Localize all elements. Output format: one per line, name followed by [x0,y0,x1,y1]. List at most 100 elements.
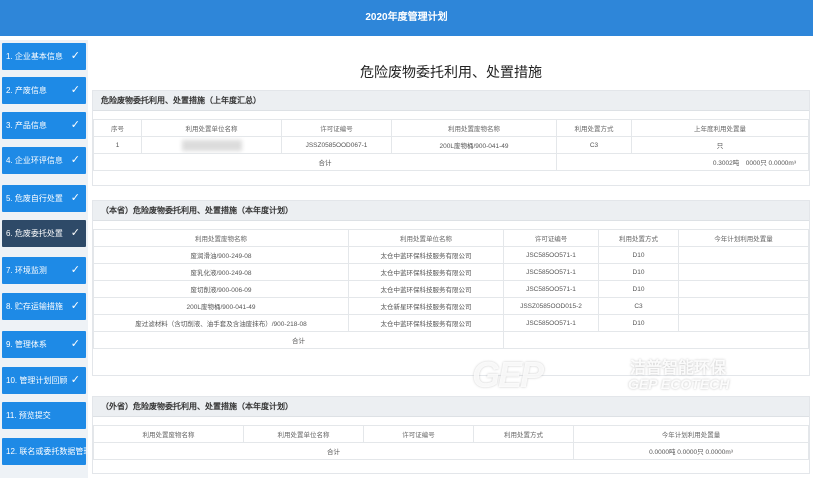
unit-name: 太仓中蓝环保科技服务有限公司 [348,246,504,264]
sidebar-item-eia-info[interactable]: 4. 企业环评信息 ✓ [2,147,86,174]
sidebar-item-preview-submit[interactable]: 11. 预览提交 [2,402,86,429]
unit-name: 太仓中蓝环保科技服务有限公司 [348,280,504,298]
disposal-method: D10 [598,314,679,332]
total-label: 合计 [93,331,504,349]
sidebar-item-env-monitoring[interactable]: 7. 环境监测 ✓ [2,257,86,284]
section-out-province-plan: （外省）危险废物委托利用、处置措施（本年度计划） 利用处置废物名称 利用处置单位… [92,396,810,474]
sidebar-item-storage-transport[interactable]: 8. 贮存运输措施 ✓ [2,293,86,320]
disposal-method: D10 [598,263,679,281]
sidebar-item-label: 6. 危废委托处置 [6,229,63,238]
table-row: 废切削液/900-006-09 太仓中蓝环保科技服务有限公司 JSC585OO5… [93,280,809,298]
column-header: 利用处置方式 [473,425,574,443]
table-row: 废乳化液/900-249-08 太仓中蓝环保科技服务有限公司 JSC585OO5… [93,263,809,281]
table-row: 废过滤材料（含切削液、油手套及含油废抹布）/900-218-08 太仓中蓝环保科… [93,314,809,332]
sidebar-item-management-system[interactable]: 9. 管理体系 ✓ [2,331,86,358]
waste-name: 废乳化液/900-249-08 [93,263,349,281]
check-icon: ✓ [70,300,80,312]
sidebar-item-label: 12. 联名或委托数据管理 [6,447,86,456]
sidebar-item-plan-review[interactable]: 10. 管理计划回顾 ✓ [2,367,86,394]
planned-amount [678,297,809,315]
sidebar-item-joint-data[interactable]: 12. 联名或委托数据管理 [2,438,86,465]
unit-name: 太仓新星环保科技服务有限公司 [348,297,504,315]
column-header: 上年度利用处置量 [631,119,809,137]
table-row: 1 JSSZ0585OOD067-1 200L废物桶/900-041-49 C3… [93,136,809,154]
license-number: JSC585OO571-1 [503,280,599,298]
check-icon: ✓ [70,154,80,166]
redacted-block [181,139,242,151]
app-title-bar: 2020年度管理计划 [0,0,813,36]
total-value: 0.0000吨 0.0000只 0.0000m³ [573,442,809,460]
check-icon: ✓ [70,119,80,131]
sidebar-item-label: 5. 危废自行处置 [6,194,63,203]
column-header: 利用处置单位名称 [243,425,364,443]
license-number: JSSZ0585OOD015-2 [503,297,599,315]
sidebar-item-product-info[interactable]: 3. 产品信息 ✓ [2,112,86,139]
column-header: 许可证编号 [281,119,392,137]
check-icon: ✓ [70,84,80,96]
total-value [503,331,809,349]
planned-amount [678,246,809,264]
sidebar-item-label: 9. 管理体系 [6,340,47,349]
waste-name: 废过滤材料（含切削液、油手套及含油废抹布）/900-218-08 [93,314,349,332]
sidebar-item-enterprise-info[interactable]: 1. 企业基本信息 ✓ [2,43,86,70]
sidebar-item-label: 1. 企业基本信息 [6,52,63,61]
table-header-row: 利用处置废物名称 利用处置单位名称 许可证编号 利用处置方式 今年计划利用处置量 [93,425,809,443]
disposal-method: D10 [598,280,679,298]
total-label: 合计 [93,153,557,171]
check-icon: ✓ [70,374,80,386]
sidebar-item-label: 4. 企业环评信息 [6,156,63,165]
section-last-year-summary: 危险废物委托利用、处置措施（上年度汇总） 序号 利用处置单位名称 许可证编号 利… [92,90,810,186]
watermark-company-name: 洁普智能环保 [630,360,727,377]
watermark-logo: GEP [472,354,544,395]
total-row: 合计 0.3002吨 0000只 0.0000m³ [93,153,809,171]
check-icon: ✓ [70,338,80,350]
out-province-table: 利用处置废物名称 利用处置单位名称 许可证编号 利用处置方式 今年计划利用处置量… [93,425,809,460]
waste-name: 废切削液/900-006-09 [93,280,349,298]
check-icon: ✓ [70,50,80,62]
app-title: 2020年度管理计划 [365,12,448,23]
total-row: 合计 0.0000吨 0.0000只 0.0000m³ [93,442,809,460]
sidebar-item-waste-production[interactable]: 2. 产废信息 ✓ [2,77,86,104]
disposal-amount: 只 [631,136,809,154]
sidebar-item-entrusted-disposal[interactable]: 6. 危废委托处置 ✓ [2,220,86,247]
table-header-row: 利用处置废物名称 利用处置单位名称 许可证编号 利用处置方式 今年计划利用处置量 [93,229,809,247]
sidebar-item-label: 7. 环境监测 [6,266,47,275]
sidebar-item-label: 8. 贮存运输措施 [6,302,63,311]
planned-amount [678,263,809,281]
disposal-method: C3 [598,297,679,315]
watermark-company-name-en: GEP ECOTECH [628,376,730,392]
total-value: 0.3002吨 0000只 0.0000m³ [556,153,809,171]
row-index: 1 [93,136,142,154]
disposal-method: C3 [556,136,632,154]
waste-name: 200L废物桶/900-041-49 [93,297,349,315]
planned-amount [678,280,809,298]
license-number: JSC585OO571-1 [503,314,599,332]
sidebar: 1. 企业基本信息 ✓ 2. 产废信息 ✓ 3. 产品信息 ✓ 4. 企业环评信息 ✓ … [0,40,88,478]
column-header: 今年计划利用处置量 [573,425,809,443]
column-header: 利用处置方式 [598,229,679,247]
column-header: 今年计划利用处置量 [678,229,809,247]
column-header: 利用处置方式 [556,119,632,137]
column-header: 利用处置废物名称 [391,119,557,137]
license-number: JSC585OO571-1 [503,263,599,281]
sidebar-item-label: 11. 预览提交 [6,411,51,420]
page-title: 危险废物委托利用、处置措施 [360,64,542,80]
license-number: JSSZ0585OOD067-1 [281,136,392,154]
sidebar-item-label: 10. 管理计划回顾 [6,376,68,385]
planned-amount [678,314,809,332]
total-label: 合计 [93,442,574,460]
section-header: （本省）危险废物委托利用、处置措施（本年度计划） [93,201,809,221]
column-header: 序号 [93,119,142,137]
sidebar-item-self-disposal[interactable]: 5. 危废自行处置 ✓ [2,185,86,212]
unit-name: 太仓中蓝环保科技服务有限公司 [348,263,504,281]
unit-name-redacted [141,136,282,154]
section-header: （外省）危险废物委托利用、处置措施（本年度计划） [93,397,809,417]
check-icon: ✓ [70,227,80,239]
main-content: 危险废物委托利用、处置措施 危险废物委托利用、处置措施（上年度汇总） 序号 利用… [92,40,810,478]
check-icon: ✓ [70,264,80,276]
section-header: 危险废物委托利用、处置措施（上年度汇总） [93,91,809,111]
disposal-method: D10 [598,246,679,264]
table-row: 200L废物桶/900-041-49 太仓新星环保科技服务有限公司 JSSZ05… [93,297,809,315]
column-header: 利用处置单位名称 [141,119,282,137]
column-header: 利用处置废物名称 [93,425,244,443]
